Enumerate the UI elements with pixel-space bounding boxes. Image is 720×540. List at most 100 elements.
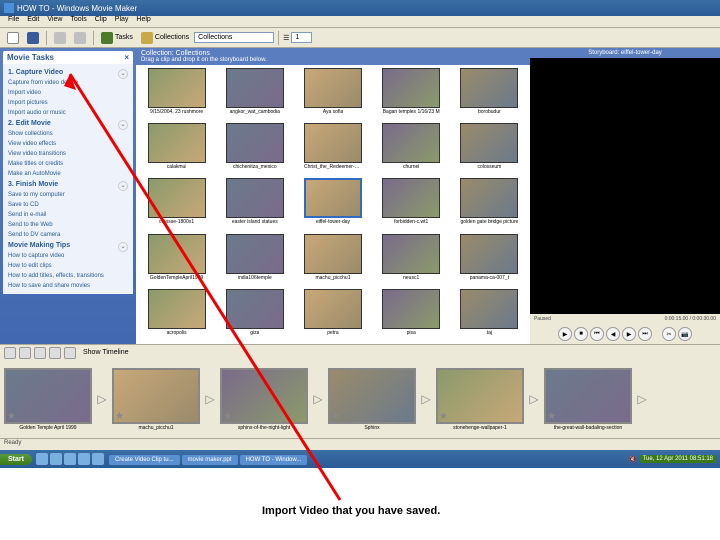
thumbnail[interactable]: Aya sofia xyxy=(295,68,370,120)
task-link[interactable]: Import pictures xyxy=(8,98,128,108)
collapse-icon[interactable]: ⌄ xyxy=(118,69,128,79)
menu-edit[interactable]: Edit xyxy=(23,16,43,27)
task-link[interactable]: Import video xyxy=(8,88,128,98)
thumbnail[interactable]: giza xyxy=(217,289,292,341)
show-timeline-link[interactable]: Show Timeline xyxy=(83,349,129,356)
transition-slot[interactable]: ▷ xyxy=(203,392,217,406)
thumbnail[interactable]: Christ_the_Redeemer-best xyxy=(295,123,370,175)
undo-button[interactable] xyxy=(51,31,69,45)
storyboard-frame[interactable]: ★Sphinx xyxy=(328,368,416,431)
task-link[interactable]: Send to DV camera xyxy=(8,230,128,240)
thumbnail[interactable]: borobudur xyxy=(452,68,527,120)
task-link[interactable]: Make titles or credits xyxy=(8,159,128,169)
collapse-icon[interactable]: ⌄ xyxy=(118,181,128,191)
stop-button[interactable]: ■ xyxy=(574,327,588,341)
zoom-dropdown[interactable]: 1 xyxy=(291,32,312,43)
thumbnail[interactable]: acropolis xyxy=(139,289,214,341)
transition-slot[interactable]: ▷ xyxy=(635,392,649,406)
task-link[interactable]: How to save and share movies xyxy=(8,281,128,291)
close-icon[interactable]: × xyxy=(124,53,129,62)
storyboard-frame[interactable]: ★sphinx-of-the-night-light xyxy=(220,368,308,431)
menu-file[interactable]: File xyxy=(4,16,23,27)
task-link[interactable]: View video transitions xyxy=(8,149,128,159)
thumbnail[interactable]: panama-ca-007_t xyxy=(452,234,527,286)
quicklaunch-icon[interactable] xyxy=(64,453,76,465)
play-button[interactable]: ▶ xyxy=(558,327,572,341)
transition-slot[interactable]: ▷ xyxy=(311,392,325,406)
redo-button[interactable] xyxy=(71,31,89,45)
clock[interactable]: Tue, 12 Apr 2011 08:51:18 xyxy=(640,455,716,463)
storyboard-frame[interactable]: ★the-great-wall-badaling-section xyxy=(544,368,632,431)
task-link[interactable]: How to edit clips xyxy=(8,261,128,271)
transition-slot[interactable]: ▷ xyxy=(95,392,109,406)
timeline-icon[interactable] xyxy=(4,347,16,359)
thumbnail[interactable]: colosse-1800x1 xyxy=(139,178,214,230)
quicklaunch-icon[interactable] xyxy=(50,453,62,465)
menu-clip[interactable]: Clip xyxy=(91,16,111,27)
save-button[interactable] xyxy=(24,31,42,45)
task-link[interactable]: How to capture video xyxy=(8,251,128,261)
zoom-in-icon[interactable] xyxy=(19,347,31,359)
taskbar-task[interactable]: HOW TO - Window... xyxy=(240,455,308,465)
task-link[interactable]: Send in e-mail xyxy=(8,210,128,220)
thumbnail[interactable]: 9/15/2004, 23 rushmore xyxy=(139,68,214,120)
thumbnail[interactable]: petra xyxy=(295,289,370,341)
task-link[interactable]: How to add titles, effects, transitions xyxy=(8,271,128,281)
storyboard[interactable]: ★Golden Temple April 1999▷★machu_picchu1… xyxy=(0,360,720,438)
menu-help[interactable]: Help xyxy=(132,16,154,27)
task-link[interactable]: Save to CD xyxy=(8,200,128,210)
tray-icon[interactable]: 🔇 xyxy=(629,456,636,463)
thumbnail[interactable]: chichenitza_mexico xyxy=(217,123,292,175)
thumbnail[interactable]: taj xyxy=(452,289,527,341)
thumbnail-grid[interactable]: 9/15/2004, 23 rushmoreangkor_wat_cambodi… xyxy=(136,65,530,344)
menu-view[interactable]: View xyxy=(43,16,66,27)
thumbnail[interactable]: churnel xyxy=(374,123,449,175)
new-button[interactable] xyxy=(4,31,22,45)
menu-play[interactable]: Play xyxy=(111,16,133,27)
tasks-button[interactable]: Tasks xyxy=(98,31,136,45)
collections-button[interactable]: Collections xyxy=(138,31,192,45)
thumbnail[interactable]: golden gate bridge picture xyxy=(452,178,527,230)
task-link[interactable]: Make an AutoMovie xyxy=(8,169,128,179)
thumbnail[interactable]: eiffel-tower-day xyxy=(295,178,370,230)
collapse-icon[interactable]: ⌄ xyxy=(118,242,128,252)
quicklaunch-icon[interactable] xyxy=(78,453,90,465)
task-link[interactable]: Capture from video device xyxy=(8,78,128,88)
split-button[interactable]: ✂ xyxy=(662,327,676,341)
task-link[interactable]: Send to the Web xyxy=(8,220,128,230)
thumbnail[interactable]: calakmul xyxy=(139,123,214,175)
preview-video[interactable] xyxy=(530,58,720,314)
storyboard-frame[interactable]: ★Golden Temple April 1999 xyxy=(4,368,92,431)
thumbnail[interactable]: india106temple xyxy=(217,234,292,286)
taskbar-task[interactable]: movie maker.ppt xyxy=(182,455,238,465)
thumbnail[interactable]: angkor_wat_cambodia xyxy=(217,68,292,120)
next-button[interactable]: ⏭ xyxy=(638,327,652,341)
back-button[interactable]: ◀ xyxy=(606,327,620,341)
snapshot-button[interactable]: 📷 xyxy=(678,327,692,341)
storyboard-frame[interactable]: ★machu_picchu1 xyxy=(112,368,200,431)
start-button[interactable]: Start xyxy=(0,454,32,465)
quicklaunch-icon[interactable] xyxy=(36,453,48,465)
thumbnail[interactable]: pisa xyxy=(374,289,449,341)
thumbnail[interactable]: GoldenTempleApril1999 xyxy=(139,234,214,286)
thumbnail[interactable]: forbidden-c.wt1 xyxy=(374,178,449,230)
prev-button[interactable]: ⏮ xyxy=(590,327,604,341)
play-timeline-icon[interactable] xyxy=(64,347,76,359)
task-link[interactable]: Save to my computer xyxy=(8,190,128,200)
thumbnail[interactable]: Bagan temples 1/16/23 M xyxy=(374,68,449,120)
task-link[interactable]: Import audio or music xyxy=(8,108,128,118)
collapse-icon[interactable]: ⌄ xyxy=(118,120,128,130)
transition-slot[interactable]: ▷ xyxy=(419,392,433,406)
menu-tools[interactable]: Tools xyxy=(66,16,90,27)
storyboard-frame[interactable]: ★stonehenge-wallpaper-1 xyxy=(436,368,524,431)
thumbnail[interactable]: easter island statues xyxy=(217,178,292,230)
collection-dropdown[interactable]: Collections xyxy=(194,32,274,43)
transition-slot[interactable]: ▷ xyxy=(527,392,541,406)
rewind-icon[interactable] xyxy=(49,347,61,359)
fwd-button[interactable]: ▶ xyxy=(622,327,636,341)
taskbar-task[interactable]: Create Video Clip tu... xyxy=(109,455,180,465)
thumbnail[interactable]: colosseum xyxy=(452,123,527,175)
quicklaunch-icon[interactable] xyxy=(92,453,104,465)
task-link[interactable]: View video effects xyxy=(8,139,128,149)
task-link[interactable]: Show collections xyxy=(8,129,128,139)
